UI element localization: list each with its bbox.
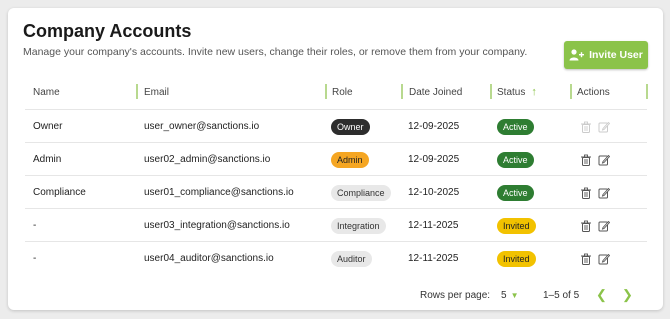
next-page-button[interactable]: ❯ bbox=[622, 287, 633, 303]
invite-user-label: Invite User bbox=[589, 49, 643, 61]
pagination-range: 1–5 of 5 bbox=[543, 289, 580, 301]
delete-icon[interactable] bbox=[580, 220, 592, 232]
chevron-right-icon: ❯ bbox=[622, 287, 633, 302]
cell-email: user01_compliance@sanctions.io bbox=[144, 187, 294, 198]
cell-actions bbox=[580, 242, 610, 275]
cell-actions bbox=[580, 110, 610, 143]
role-badge: Compliance bbox=[331, 184, 391, 201]
cell-date-joined: 12-11-2025 bbox=[408, 253, 459, 264]
delete-icon bbox=[580, 121, 592, 133]
cell-role: Owner bbox=[331, 110, 370, 143]
status-badge: Active bbox=[497, 184, 534, 201]
edit-icon bbox=[598, 121, 610, 133]
cell-role: Integration bbox=[331, 209, 386, 242]
cell-actions bbox=[580, 176, 610, 209]
column-header-email[interactable]: Email bbox=[136, 82, 169, 102]
edit-icon[interactable] bbox=[598, 253, 610, 265]
invite-user-button[interactable]: Invite User bbox=[564, 41, 648, 69]
column-header-role[interactable]: Role bbox=[325, 82, 353, 102]
table-row: - user03_integration@sanctions.io Integrat… bbox=[25, 208, 647, 241]
cell-name: - bbox=[33, 220, 37, 231]
rows-per-page-label: Rows per page: bbox=[420, 289, 491, 301]
cell-email: user_owner@sanctions.io bbox=[144, 121, 260, 132]
column-header-actions: Actions bbox=[570, 82, 610, 102]
cell-status: Active bbox=[497, 143, 534, 176]
delete-icon[interactable] bbox=[580, 154, 592, 166]
column-header-date-joined[interactable]: Date Joined bbox=[401, 82, 462, 102]
status-badge: Active bbox=[497, 151, 534, 168]
cell-actions bbox=[580, 209, 610, 242]
page-subtitle: Manage your company's accounts. Invite n… bbox=[23, 46, 528, 58]
cell-role: Compliance bbox=[331, 176, 391, 209]
caret-down-icon: ▼ bbox=[510, 290, 519, 300]
accounts-card: Company Accounts Manage your company's a… bbox=[8, 8, 663, 310]
delete-icon[interactable] bbox=[580, 187, 592, 199]
cell-role: Admin bbox=[331, 143, 369, 176]
cell-name: Compliance bbox=[33, 187, 86, 198]
cell-email: user02_admin@sanctions.io bbox=[144, 154, 271, 165]
rows-per-page-select[interactable]: 5 ▼ bbox=[501, 287, 518, 303]
cell-email: user03_integration@sanctions.io bbox=[144, 220, 290, 231]
cell-date-joined: 12-09-2025 bbox=[408, 154, 460, 165]
sort-ascending-icon[interactable]: ↑ bbox=[531, 86, 537, 98]
cell-name: Owner bbox=[33, 121, 63, 132]
status-badge: Invited bbox=[497, 217, 536, 234]
role-badge: Admin bbox=[331, 151, 369, 168]
page-title: Company Accounts bbox=[23, 21, 192, 41]
table-row: - user04_auditor@sanctions.io Auditor 12-11… bbox=[25, 241, 647, 274]
table-row: Owner user_owner@sanctions.io Owner 12-09-2… bbox=[25, 109, 647, 142]
column-header-status[interactable]: Status ↑ bbox=[490, 82, 537, 102]
status-badge: Invited bbox=[497, 250, 536, 267]
edit-icon[interactable] bbox=[598, 154, 610, 166]
table-row: Admin user02_admin@sanctions.io Admin 12-09… bbox=[25, 142, 647, 175]
add-user-icon bbox=[569, 49, 585, 61]
cell-status: Active bbox=[497, 110, 534, 143]
table-row: Compliance user01_compliance@sanctions.io… bbox=[25, 175, 647, 208]
column-header-name[interactable]: Name bbox=[33, 82, 60, 102]
cell-name: - bbox=[33, 253, 37, 264]
cell-date-joined: 12-09-2025 bbox=[408, 121, 460, 132]
chevron-left-icon: ❮ bbox=[596, 287, 607, 302]
cell-status: Invited bbox=[497, 242, 536, 275]
cell-status: Active bbox=[497, 176, 534, 209]
edit-icon[interactable] bbox=[598, 187, 610, 199]
cell-date-joined: 12-10-2025 bbox=[408, 187, 460, 198]
cell-date-joined: 12-11-2025 bbox=[408, 220, 459, 231]
cell-role: Auditor bbox=[331, 242, 372, 275]
role-badge: Auditor bbox=[331, 250, 372, 267]
role-badge: Owner bbox=[331, 118, 370, 135]
cell-email: user04_auditor@sanctions.io bbox=[144, 253, 274, 264]
cell-status: Invited bbox=[497, 209, 536, 242]
column-separator bbox=[646, 84, 648, 99]
status-badge: Active bbox=[497, 118, 534, 135]
previous-page-button[interactable]: ❮ bbox=[596, 287, 607, 303]
cell-actions bbox=[580, 143, 610, 176]
edit-icon[interactable] bbox=[598, 220, 610, 232]
cell-name: Admin bbox=[33, 154, 62, 165]
delete-icon[interactable] bbox=[580, 253, 592, 265]
role-badge: Integration bbox=[331, 217, 386, 234]
